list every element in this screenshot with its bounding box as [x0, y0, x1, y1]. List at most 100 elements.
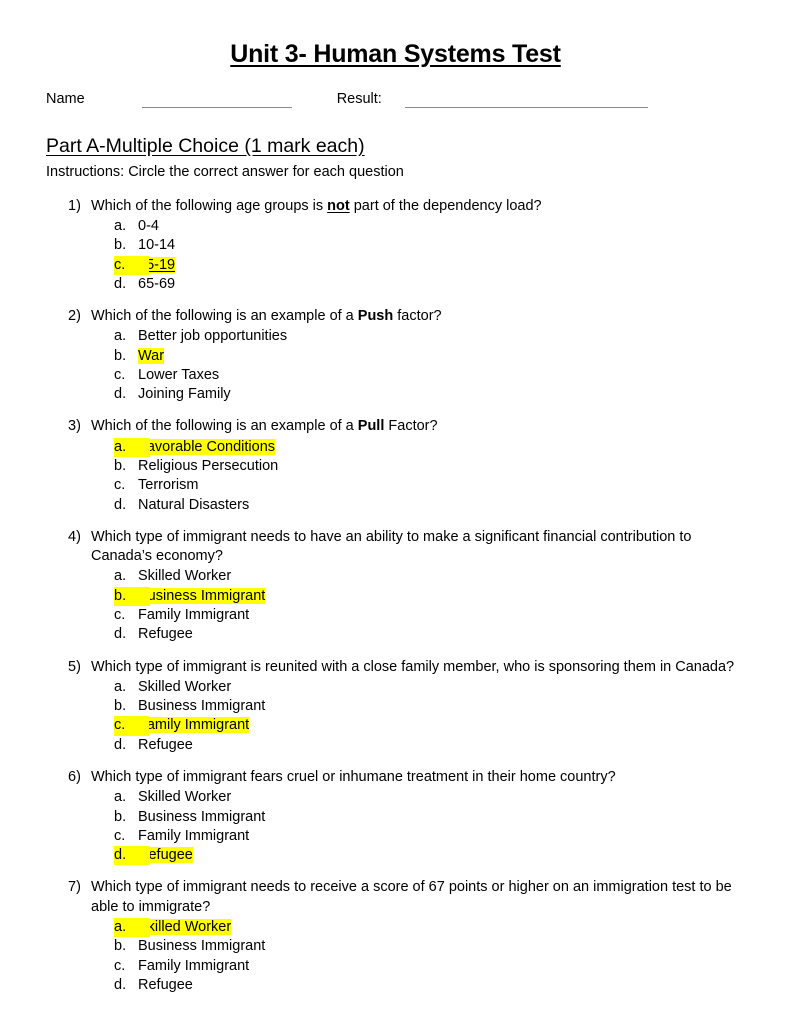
answer-option[interactable]: c. Terrorism [46, 476, 745, 495]
name-result-row: Name Result: [46, 90, 745, 109]
answer-option[interactable]: b. Business Immigrant [46, 937, 745, 956]
option-text: Refugee [138, 626, 193, 643]
answer-option[interactable]: c. Family Immigrant [46, 957, 745, 976]
option-letter: c. [114, 827, 126, 844]
question-block: 1) Which of the following age groups is n… [46, 197, 745, 294]
answer-option[interactable]: d. Natural Disasters [46, 496, 745, 515]
question-statement: Which type of immigrant needs to receive… [91, 879, 732, 915]
option-text: 65-69 [138, 275, 176, 292]
option-text: 0-4 [138, 217, 159, 234]
option-text: Family Immigrant [138, 717, 250, 734]
question-text: 7) Which type of immigrant needs to recei… [46, 878, 745, 917]
question-statement: Which of the following age groups is not… [91, 198, 542, 214]
answer-option[interactable]: c. Lower Taxes [46, 366, 745, 385]
answer-option[interactable]: b. War [46, 347, 745, 366]
option-letter: b. [114, 458, 127, 475]
option-letter: b. [114, 698, 127, 715]
option-letter: d. [114, 846, 151, 866]
option-letter: c. [114, 477, 126, 494]
question-statement: Which type of immigrant needs to have an… [91, 528, 692, 565]
option-letter: d. [114, 976, 127, 993]
option-letter: a. [114, 678, 127, 695]
question-statement: Which type of immigrant fears cruel or i… [91, 768, 616, 785]
answer-option[interactable]: c. 15-19 [46, 255, 745, 275]
page-title: Unit 3- Human Systems Test [46, 0, 745, 69]
answer-options: a. 0-4 b. 10-14 c. 15-19 d. 65-69 [46, 217, 745, 294]
answer-option[interactable]: d. 65-69 [46, 275, 745, 294]
question-emphasis: Pull [357, 418, 385, 435]
question-number: 7) [68, 879, 81, 896]
question-block: 4) Which type of immigrant needs to have … [46, 528, 745, 645]
answer-option[interactable]: b. Business Immigrant [46, 808, 745, 827]
question-text-before: Which of the following is an example of … [91, 308, 358, 325]
option-text: Skilled Worker [138, 678, 232, 695]
option-text: Joining Family [138, 386, 231, 403]
answer-options: a. Better job opportunities b. War c. Lower T… [46, 327, 745, 404]
question-emphasis: Push [357, 308, 394, 325]
option-letter: c. [114, 957, 126, 974]
answer-option[interactable]: a. Skilled Worker [46, 917, 745, 938]
answer-option[interactable]: c. Family Immigrant [46, 716, 745, 736]
answer-option[interactable]: c. Family Immigrant [46, 827, 745, 846]
option-text: Natural Disasters [138, 496, 250, 513]
question-statement: Which type of immigrant is reunited with… [91, 658, 735, 675]
option-letter: a. [114, 437, 151, 458]
answer-option[interactable]: a. Skilled Worker [46, 567, 745, 586]
question-text: 3) Which of the following is an example o… [46, 417, 745, 436]
question-text-before: Which of the following is an example of … [91, 418, 358, 435]
option-text: Business Immigrant [138, 587, 266, 604]
question-block: 5) Which type of immigrant is reunited wi… [46, 658, 745, 755]
answer-options: a. Favorable Conditions b. Religious Persec… [46, 437, 745, 515]
answer-option[interactable]: b. Business Immigrant [46, 586, 745, 606]
option-letter: b. [114, 938, 127, 955]
answer-option[interactable]: d. Refugee [46, 736, 745, 755]
option-text: Lower Taxes [138, 366, 220, 383]
option-text: 10-14 [138, 237, 176, 254]
question-text-after: Factor? [384, 418, 438, 435]
option-letter: c. [114, 716, 150, 736]
option-letter: c. [114, 366, 126, 383]
option-text: Refugee [138, 976, 193, 993]
answer-option[interactable]: d. Refugee [46, 976, 745, 995]
part-a-section: Part A-Multiple Choice (1 mark each) Ins… [46, 108, 745, 181]
option-letter: b. [114, 237, 127, 254]
option-letter: a. [114, 217, 127, 234]
answer-option[interactable]: d. Refugee [46, 625, 745, 644]
answer-option[interactable]: a. Skilled Worker [46, 678, 745, 697]
option-letter: d. [114, 275, 127, 292]
answer-option[interactable]: a. 0-4 [46, 217, 745, 236]
answer-option[interactable]: b. Business Immigrant [46, 697, 745, 716]
answer-option[interactable]: a. Skilled Worker [46, 788, 745, 807]
answer-option[interactable]: a. Favorable Conditions [46, 437, 745, 458]
answer-option[interactable]: a. Better job opportunities [46, 327, 745, 346]
option-text: Family Immigrant [138, 957, 250, 974]
question-text-after: part of the dependency load? [349, 197, 542, 214]
option-letter: d. [114, 736, 127, 753]
answer-option[interactable]: b. 10-14 [46, 236, 745, 255]
question-block: 3) Which of the following is an example o… [46, 417, 745, 514]
answer-options: a. Skilled Worker b. Business Immigrant c. Fa… [46, 917, 745, 995]
question-number: 5) [68, 658, 81, 675]
name-blank-line[interactable] [141, 93, 292, 109]
question-number: 3) [68, 418, 81, 435]
option-text: Refugee [138, 736, 193, 753]
result-label: Result: [336, 90, 382, 107]
instructions-text: Instructions: Circle the correct answer … [46, 163, 404, 180]
option-letter: a. [114, 789, 127, 806]
answer-option[interactable]: c. Family Immigrant [46, 606, 745, 625]
question-text: 2) Which of the following is an example o… [46, 307, 745, 326]
answer-option[interactable]: d. Refugee [46, 846, 745, 866]
option-text: Terrorism [138, 477, 199, 494]
option-letter: b. [114, 586, 151, 606]
option-letter: d. [114, 626, 127, 643]
option-text: Business Immigrant [138, 808, 266, 825]
result-blank-line[interactable] [404, 93, 648, 109]
question-block: 7) Which type of immigrant needs to recei… [46, 878, 745, 995]
answer-option[interactable]: d. Joining Family [46, 385, 745, 404]
option-text: Family Immigrant [138, 607, 250, 623]
question-statement: Which of the following is an example of … [91, 418, 438, 434]
option-letter: d. [114, 386, 127, 403]
question-text: 6) Which type of immigrant fears cruel or… [46, 768, 745, 787]
answer-option[interactable]: b. Religious Persecution [46, 457, 745, 476]
question-text: 5) Which type of immigrant is reunited wi… [46, 658, 745, 677]
